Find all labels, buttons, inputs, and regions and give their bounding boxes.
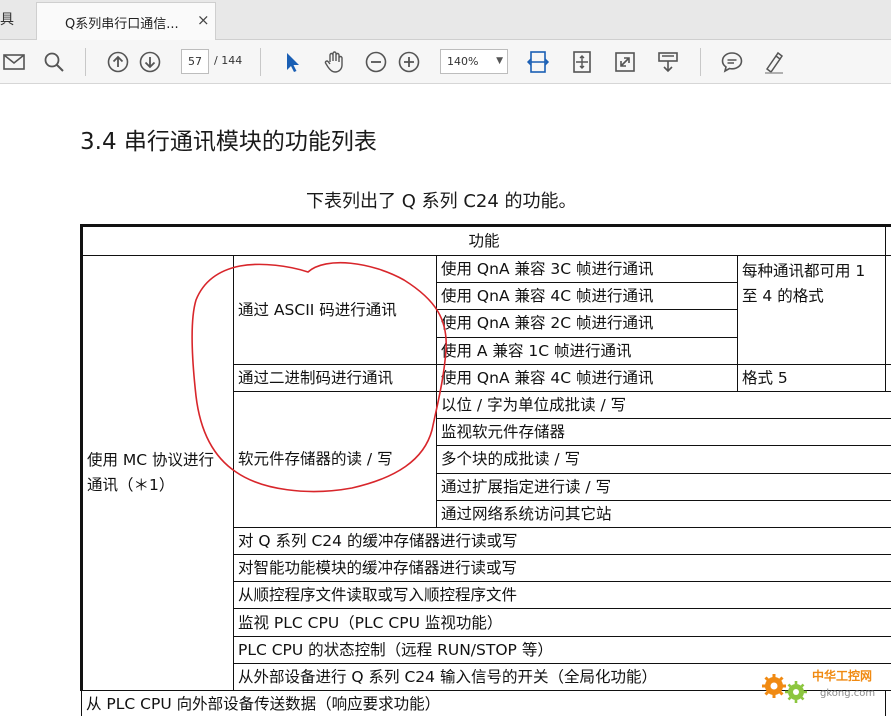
gear-icon	[785, 681, 807, 703]
toolbar-separator	[260, 48, 261, 76]
zoom-level: 140%	[447, 55, 479, 68]
fit-page-icon[interactable]	[568, 48, 596, 76]
table-row: 对 Q 系列 C24 的缓冲存储器进行读或写	[232, 526, 891, 556]
chevron-down-icon: ▼	[496, 56, 503, 66]
ascii-note-cell: 每种通讯都可用 1 至 4 的格式	[736, 255, 887, 365]
comment-icon[interactable]	[718, 48, 746, 76]
mc-protocol-cell: 使用 MC 协议进行通讯（＊1）	[80, 255, 234, 691]
read-mode-icon[interactable]	[654, 48, 682, 76]
section-heading: 3.4 串行通讯模块的功能列表	[80, 129, 377, 155]
table-row: 监视 PLC CPU（PLC CPU 监视功能）	[232, 608, 891, 637]
table-row: 监视软元件存储器	[435, 418, 891, 447]
toolbar-separator	[700, 48, 701, 76]
table-row: 使用 QnA 兼容 2C 帧进行通讯	[436, 309, 738, 338]
table-row: 使用 A 兼容 1C 帧进行通讯	[436, 336, 738, 365]
table-row: 从顺控程序文件读取或写入顺控程序文件	[232, 581, 891, 610]
table-row: 通过网络系统访问其它站	[435, 499, 891, 528]
gear-icon	[762, 674, 786, 698]
table-row: 多个块的成批读 / 写	[435, 445, 891, 474]
binary-note-cell: 格式 5	[736, 363, 887, 392]
mail-icon[interactable]	[0, 48, 28, 76]
tab-close-button[interactable]: ×	[197, 11, 210, 29]
ascii-group-cell: 通过 ASCII 码进行通讯	[233, 255, 437, 365]
zoom-select[interactable]: 140% ▼	[440, 49, 508, 74]
intro-text: 下表列出了 Q 系列 C24 的功能。	[306, 191, 577, 212]
tab-title: Q系列串行口通信...	[65, 17, 179, 32]
svg-text:中华工控网: 中华工控网	[812, 668, 872, 683]
document-tab[interactable]: Q系列串行口通信... ×	[36, 2, 216, 40]
table-header: 功能	[80, 224, 887, 256]
table-row: 使用 QnA 兼容 3C 帧进行通讯	[436, 254, 738, 284]
tab-bar: 具 Q系列串行口通信... ×	[0, 0, 891, 40]
highlight-icon[interactable]	[760, 48, 788, 76]
table-row: 以位 / 字为单位成批读 / 写	[435, 390, 891, 420]
zoom-out-icon[interactable]	[362, 48, 390, 76]
table-row: 使用 QnA 兼容 4C 帧进行通讯	[436, 363, 738, 392]
select-arrow-icon[interactable]	[278, 48, 306, 76]
fit-width-icon[interactable]	[524, 48, 552, 76]
arrow-up-icon[interactable]	[104, 48, 132, 76]
table-row: 通过扩展指定进行读 / 写	[435, 472, 891, 501]
fullscreen-icon[interactable]	[611, 48, 639, 76]
hand-icon[interactable]	[320, 48, 348, 76]
gkong-watermark-logo: 中华工控网 gkong.com	[762, 668, 875, 703]
function-table: 功能 使用 MC 协议进行通讯（＊1） 通过 ASCII 码进行通讯 使用 Qn…	[80, 224, 891, 716]
page-number-input[interactable]: 57	[181, 49, 209, 74]
previous-tab-fragment[interactable]: 具	[0, 9, 14, 29]
table-row: 对智能功能模块的缓冲存储器进行读或写	[232, 554, 891, 583]
arrow-down-icon[interactable]	[136, 48, 164, 76]
search-icon[interactable]	[40, 48, 68, 76]
function-table-wrap: 功能 使用 MC 协议进行通讯（＊1） 通过 ASCII 码进行通讯 使用 Qn…	[80, 224, 891, 716]
toolbar-separator	[85, 48, 86, 76]
toolbar: 57 / 144 140% ▼	[0, 40, 891, 84]
device-memory-group-cell: 软元件存储器的读 / 写	[233, 390, 437, 528]
table-row: 使用 QnA 兼容 4C 帧进行通讯	[436, 282, 738, 311]
page-total: / 144	[214, 54, 243, 67]
zoom-in-icon[interactable]	[395, 48, 423, 76]
svg-text:gkong.com: gkong.com	[820, 688, 875, 699]
binary-group-cell: 通过二进制码进行通讯	[233, 363, 437, 392]
